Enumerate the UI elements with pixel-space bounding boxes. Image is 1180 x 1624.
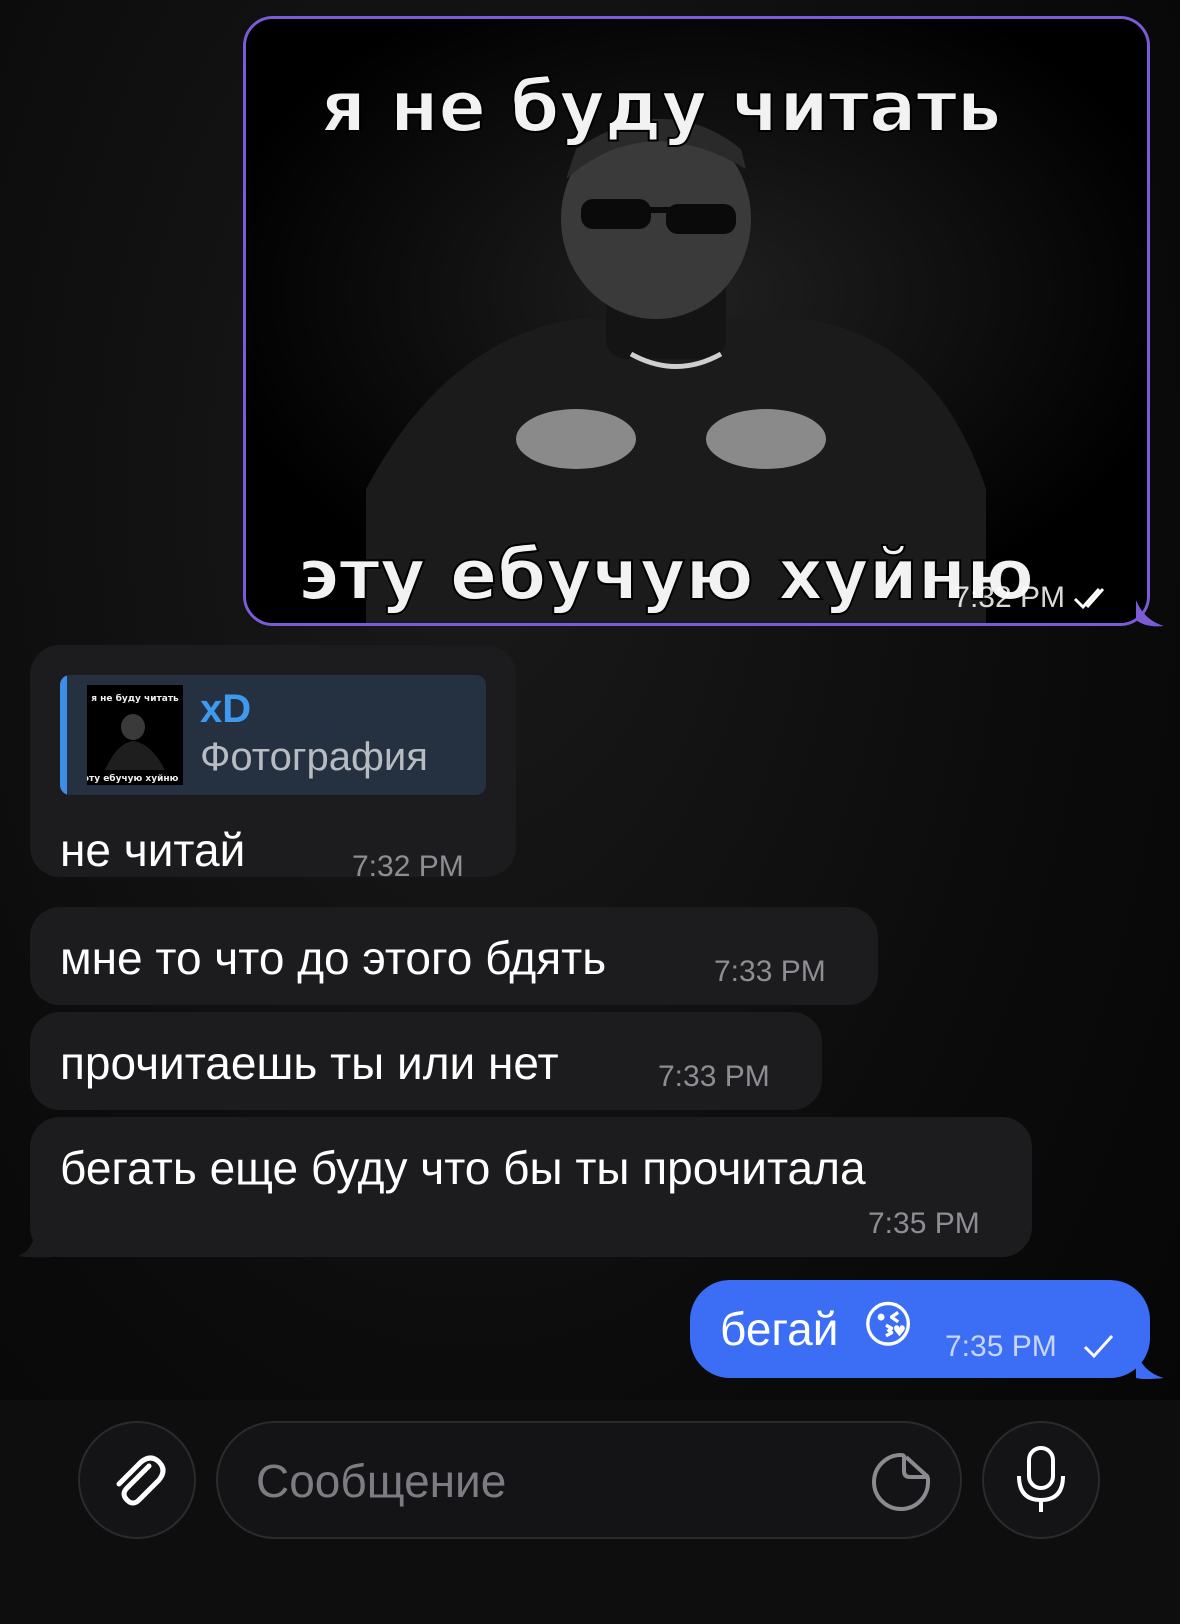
check-icon xyxy=(1083,1334,1114,1359)
thumb-top-text: я не буду читать xyxy=(91,693,179,704)
message-text: бегай xyxy=(720,1303,839,1355)
incoming-message[interactable]: я не буду читать эту ебучую хуйню xD Фот… xyxy=(30,645,516,883)
bubble-tail xyxy=(1136,1350,1164,1379)
chat-history[interactable]: я не буду читать эту ебучую хуйню 7:32 P… xyxy=(0,0,1180,1400)
incoming-message[interactable]: прочитаешь ты или нет 7:33 PM xyxy=(30,1012,822,1110)
message-time: 7:35 PM xyxy=(868,1207,980,1240)
kiss-emoji: 😘 xyxy=(862,1297,915,1353)
outgoing-message[interactable]: бегай 😘 7:35 PM xyxy=(690,1280,1150,1378)
reply-thumbnail: я не буду читать эту ебучую хуйню xyxy=(87,685,183,785)
incoming-message[interactable]: бегать еще буду что бы ты прочитала 7:35… xyxy=(30,1117,1032,1257)
microphone-icon xyxy=(1017,1446,1065,1512)
meme-photo: я не буду читать эту ебучую хуйню xyxy=(246,19,1147,623)
incoming-message[interactable]: мне то что до этого бдять 7:33 PM xyxy=(30,907,878,1005)
meme-bottom-text: эту ебучую хуйню xyxy=(298,534,1034,616)
message-time: 7:35 PM xyxy=(945,1330,1057,1363)
double-check-icon xyxy=(1073,588,1105,610)
attach-button[interactable] xyxy=(78,1421,196,1539)
message-text: прочитаешь ты или нет xyxy=(60,1037,559,1089)
message-text: мне то что до этого бдять xyxy=(60,932,607,984)
reply-subtitle: Фотография xyxy=(200,735,428,779)
message-time: 7:32 PM xyxy=(352,850,464,883)
reply-bar xyxy=(60,675,67,795)
reply-preview[interactable]: я не буду читать эту ебучую хуйню xD Фот… xyxy=(60,675,486,795)
paperclip-icon xyxy=(116,1455,166,1506)
photo-message[interactable]: я не буду читать эту ебучую хуйню 7:32 P… xyxy=(243,16,1150,626)
bubble-tail xyxy=(1136,600,1164,627)
message-text: не читай xyxy=(60,824,246,876)
message-time: 7:32 PM xyxy=(953,581,1065,614)
message-input-field[interactable] xyxy=(216,1421,962,1539)
bubble-tail xyxy=(18,1228,54,1258)
message-text: бегать еще буду что бы ты прочитала xyxy=(60,1142,866,1194)
meme-top-text: я не буду читать xyxy=(321,66,1001,148)
message-time: 7:33 PM xyxy=(714,955,826,988)
message-time: 7:33 PM xyxy=(658,1060,770,1093)
reply-sender-name: xD xyxy=(200,687,252,731)
sticker-icon[interactable] xyxy=(870,1451,932,1513)
voice-message-button[interactable] xyxy=(982,1421,1100,1539)
message-input[interactable] xyxy=(254,1447,858,1515)
thumb-bottom-text: эту ебучую хуйню xyxy=(87,773,179,784)
